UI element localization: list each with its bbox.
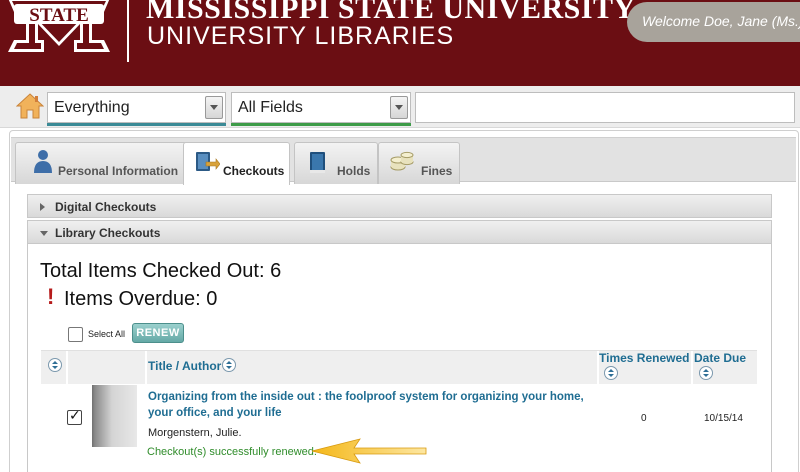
field-underline — [231, 123, 411, 126]
digital-checkouts-header[interactable]: Digital Checkouts — [27, 194, 772, 218]
column-separator — [66, 351, 68, 385]
sort-icon[interactable] — [48, 358, 62, 372]
section-label: Library Checkouts — [55, 226, 161, 240]
book-icon — [310, 152, 325, 173]
search-field-select[interactable]: All Fields — [231, 92, 411, 126]
row-checkbox[interactable] — [67, 408, 82, 425]
tab-personal-information[interactable]: Personal Information — [15, 142, 187, 184]
renew-button[interactable]: RENEW — [132, 323, 184, 343]
column-separator — [145, 351, 147, 385]
msu-state-logo[interactable]: STATE — [0, 0, 118, 56]
column-date-due[interactable]: Date Due — [694, 351, 746, 365]
search-bar: Everything All Fields — [0, 86, 800, 128]
welcome-user[interactable]: Welcome Doe, Jane (Ms.) — [627, 2, 800, 42]
site-header: STATE MISSISSIPPI STATE UNIVERSITYTM UNI… — [0, 0, 800, 86]
header-divider — [127, 0, 129, 62]
chevron-right-icon — [40, 203, 45, 211]
search-scope-select[interactable]: Everything — [47, 92, 226, 126]
item-title-link[interactable]: Organizing from the inside out : the foo… — [148, 389, 593, 421]
section-label: Digital Checkouts — [55, 200, 157, 214]
search-scope-value: Everything — [54, 99, 130, 116]
tab-holds[interactable]: Holds — [294, 142, 378, 184]
person-icon — [34, 150, 52, 173]
tab-label: Holds — [337, 164, 371, 178]
libraries-name: UNIVERSITY LIBRARIES — [147, 22, 455, 50]
sort-icon[interactable] — [222, 358, 236, 372]
library-checkouts-header[interactable]: Library Checkouts — [27, 220, 772, 244]
tab-label: Personal Information — [58, 164, 179, 178]
tab-label: Fines — [421, 164, 453, 178]
svg-text:STATE: STATE — [29, 5, 89, 26]
chevron-down-icon[interactable] — [390, 96, 408, 119]
scope-underline — [47, 123, 226, 126]
chevron-down-icon[interactable] — [205, 96, 223, 119]
search-input[interactable] — [415, 92, 795, 123]
tab-checkouts[interactable]: Checkouts — [183, 142, 290, 185]
renewal-success-message: Checkout(s) successfully renewed. — [147, 446, 317, 458]
total-items-checked-out: Total Items Checked Out: 6 — [40, 260, 282, 282]
book-cover-thumbnail[interactable] — [92, 385, 137, 447]
coins-icon — [390, 151, 414, 171]
items-overdue: Items Overdue: 0 — [64, 288, 218, 310]
tab-fines[interactable]: Fines — [378, 142, 460, 184]
sort-icon[interactable] — [604, 366, 618, 380]
times-renewed-value: 0 — [641, 413, 647, 424]
chevron-down-icon — [40, 231, 48, 236]
home-icon[interactable] — [16, 92, 44, 120]
select-all-checkbox[interactable] — [68, 327, 83, 342]
search-field-value: All Fields — [238, 99, 303, 116]
date-due-value: 10/15/14 — [704, 413, 743, 424]
column-separator — [691, 351, 693, 385]
checkout-book-icon — [196, 152, 220, 171]
select-all-label[interactable]: Select All — [88, 329, 125, 339]
item-author: Morgenstern, Julie. — [148, 427, 242, 439]
tab-label: Checkouts — [223, 164, 285, 178]
sort-icon[interactable] — [699, 366, 713, 380]
arrow-left-icon — [311, 438, 427, 464]
column-title-author[interactable]: Title / Author — [148, 359, 221, 373]
column-times-renewed[interactable]: Times Renewed — [599, 351, 689, 365]
account-tabs: Personal Information Checkouts Holds Fin… — [11, 137, 796, 185]
alert-icon: ! — [47, 284, 55, 309]
